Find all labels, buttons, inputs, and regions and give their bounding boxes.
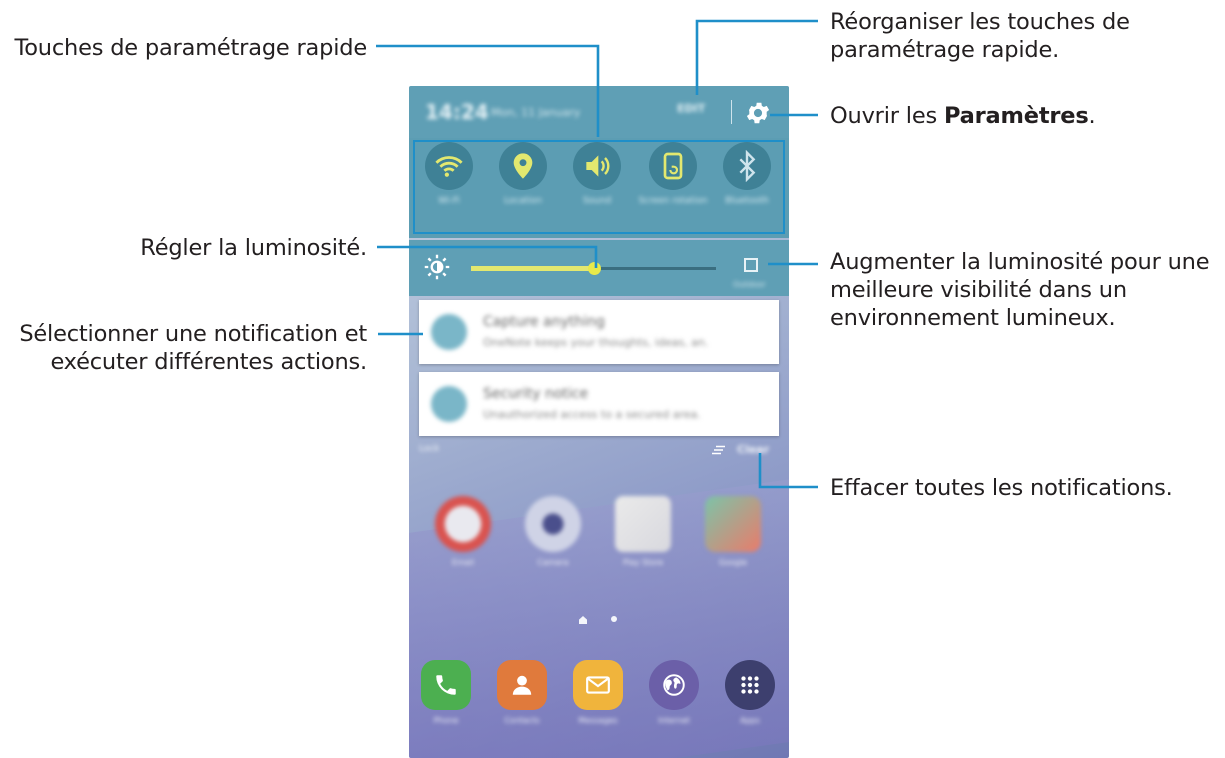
internet-app-icon[interactable]	[649, 660, 699, 710]
onenote-icon	[431, 314, 467, 350]
dock-label: Contacts	[504, 716, 540, 725]
app-label: Google	[718, 558, 748, 567]
callout-open-settings-prefix: Ouvrir les	[830, 103, 944, 129]
callout-outdoor-line2: meilleure visibilité dans un	[830, 277, 1127, 303]
grid-icon	[741, 676, 759, 694]
notification-card[interactable]: Capture anything OneNote keeps your thou…	[419, 300, 779, 364]
callout-select-line1: Sélectionner une notification et	[19, 321, 367, 347]
camera-app-icon[interactable]	[525, 496, 581, 552]
qs-label-wifi: Wi-Fi	[438, 196, 460, 206]
email-app-icon[interactable]	[435, 496, 491, 552]
notification-body: Unauthorized access to a secured area.	[483, 408, 701, 421]
outdoor-mode-label: Outdoor	[733, 280, 766, 289]
brightness-row: Outdoor	[409, 240, 789, 296]
contacts-icon	[512, 675, 532, 695]
callout-quick-settings: Touches de paramétrage rapide	[14, 35, 368, 61]
notification-card[interactable]: Security notice Unauthorized access to a…	[419, 372, 779, 436]
brightness-icon	[424, 254, 450, 280]
callout-open-settings-bold: Paramètres	[943, 103, 1089, 129]
callout-rearrange-line2: paramétrage rapide.	[830, 37, 1060, 63]
callout-open-settings-suffix: .	[1088, 103, 1096, 129]
notification-title: Capture anything	[483, 314, 605, 330]
sound-toggle[interactable]	[573, 142, 621, 190]
screen-rotation-icon	[663, 152, 683, 180]
brightness-track-fill	[471, 266, 594, 271]
line-rearrange	[695, 19, 818, 95]
qs-label-sound: Sound	[582, 196, 612, 206]
qs-label-location: Location	[503, 196, 543, 206]
callout-outdoor-line3: environnement lumineux.	[830, 305, 1116, 331]
dock-label: Internet	[658, 716, 690, 725]
dock-label: Messages	[578, 716, 618, 725]
app-label: Play Store	[622, 558, 664, 567]
status-bar: 14:24 Mon, 11 January EDIT	[409, 86, 789, 138]
app-label: Camera	[537, 558, 569, 567]
callout-select-notification: Sélectionner une notification et exécute…	[19, 320, 367, 376]
page-indicator-dot	[611, 616, 617, 622]
callout-outdoor-line1: Augmenter la luminosité pour une	[830, 249, 1210, 275]
play-store-app-icon[interactable]	[615, 496, 671, 552]
phone-icon	[436, 675, 456, 695]
gear-icon[interactable]	[744, 99, 772, 127]
bluetooth-icon	[739, 150, 756, 182]
callout-select-line2: exécuter différentes actions.	[50, 349, 367, 375]
screen-rotation-toggle[interactable]	[649, 142, 697, 190]
status-time: 14:24	[425, 100, 489, 124]
status-divider	[731, 100, 732, 124]
globe-icon	[663, 674, 685, 696]
contacts-app-icon[interactable]	[497, 660, 547, 710]
edit-button[interactable]: EDIT	[677, 102, 705, 115]
bluetooth-toggle[interactable]	[723, 142, 771, 190]
notification-body: OneNote keeps your thoughts, ideas, an.	[483, 336, 709, 349]
google-folder-icon[interactable]	[705, 496, 761, 552]
dock-label: Phone	[433, 716, 459, 725]
envelope-icon	[586, 676, 610, 694]
callout-open-settings: Ouvrir les Paramètres.	[830, 102, 1096, 130]
sort-icon[interactable]	[711, 445, 725, 455]
callout-rearrange: Réorganiser les touches de paramétrage r…	[830, 8, 1130, 64]
location-icon	[513, 153, 533, 179]
phone-screen: 14:24 Mon, 11 January EDIT Wi-Fi Locatio…	[409, 86, 789, 758]
location-toggle[interactable]	[499, 142, 547, 190]
qs-label-bluetooth: Bluetooth	[725, 196, 769, 206]
qs-label-screen-rotation: Screen rotation	[638, 196, 708, 206]
notification-title: Security notice	[483, 386, 589, 402]
status-date: Mon, 11 January	[491, 106, 581, 119]
sound-icon	[586, 155, 610, 177]
shield-icon	[431, 386, 467, 422]
apps-drawer-icon[interactable]	[725, 660, 775, 710]
notification-footer: Lock Clear	[409, 438, 789, 462]
phone-app-icon[interactable]	[421, 660, 471, 710]
brightness-slider-thumb[interactable]	[587, 262, 601, 275]
callout-outdoor: Augmenter la luminosité pour une meilleu…	[830, 248, 1210, 332]
wifi-icon	[435, 156, 463, 177]
callout-rearrange-line1: Réorganiser les touches de	[830, 9, 1130, 35]
outdoor-mode-checkbox[interactable]	[744, 258, 758, 272]
messages-app-icon[interactable]	[573, 660, 623, 710]
clear-all-button[interactable]: Clear	[737, 443, 769, 456]
callout-clear-all: Effacer toutes les notifications.	[830, 475, 1173, 501]
app-label: Email	[451, 558, 475, 567]
notification-footer-left: Lock	[419, 444, 440, 454]
wifi-toggle[interactable]	[425, 142, 473, 190]
callout-adjust-brightness: Régler la luminosité.	[140, 235, 367, 261]
dock-label: Apps	[740, 716, 760, 725]
